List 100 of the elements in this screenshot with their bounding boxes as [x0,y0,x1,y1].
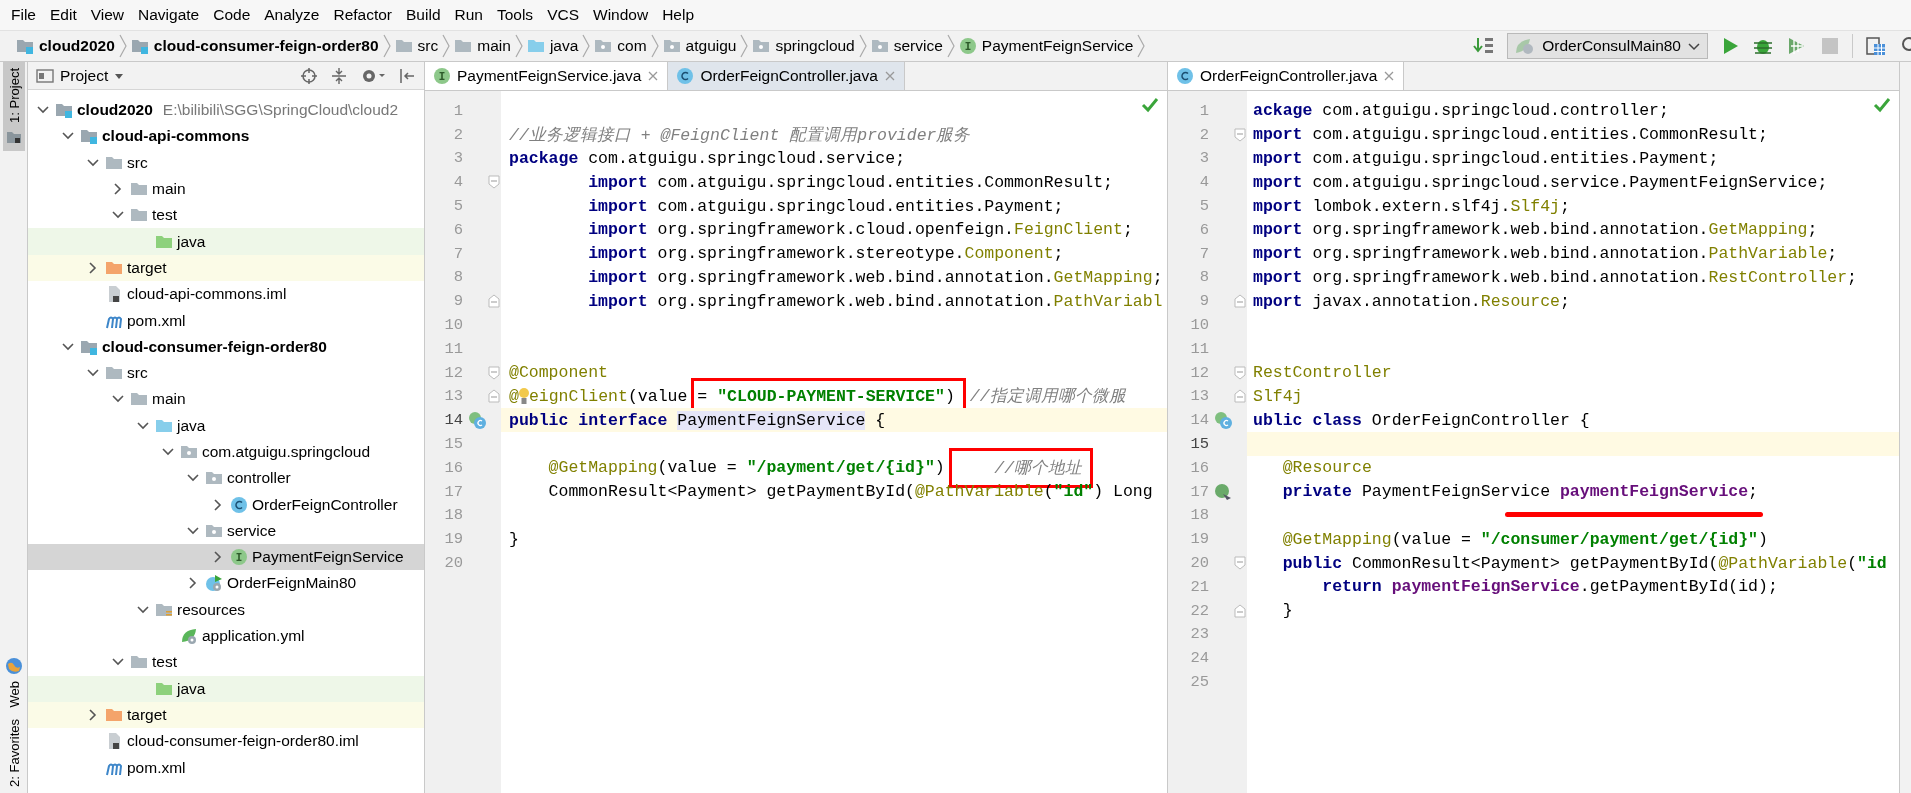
line-number: 9 [1198,292,1210,311]
module-icon [80,127,98,146]
tree-item[interactable]: pom.xml [28,307,424,334]
breadcrumb-item[interactable]: atguigu [662,37,737,55]
line-number: 12 [1189,363,1210,382]
chevron-icon [118,34,127,58]
globe-icon [5,656,23,675]
tree-item[interactable]: service [28,517,424,545]
tree-item-label: src [127,364,148,383]
code-line: Slf4j [1253,386,1303,406]
menu-item[interactable]: View [83,6,132,24]
menu-item[interactable]: Help [655,6,702,24]
breadcrumb-item[interactable]: com [594,37,647,55]
project-path: E:\bilibili\SGG\SpringCloud\cloud2 [162,101,398,120]
line-number: 10 [443,316,464,335]
tree-item[interactable]: src [28,359,424,387]
line-number: 22 [1189,601,1210,620]
tree-item[interactable]: controller [28,465,424,492]
tree-item[interactable]: main [28,175,424,203]
chevron-icon [514,34,523,58]
menu-item[interactable]: Tools [489,6,541,24]
tree-item-label: pom.xml [127,758,186,777]
line-number: 19 [1189,530,1210,549]
tree-item[interactable]: cloud-api-commons.iml [28,281,424,308]
line-number: 23 [1189,625,1210,644]
tree-item-label: cloud-consumer-feign-order80.iml [127,732,359,751]
tree-item-label: java [177,416,206,435]
tree-item[interactable]: OrderFeignController [28,491,424,518]
tree-item[interactable]: com.atguigu.springcloud [28,438,424,466]
breadcrumb-item[interactable]: service [870,37,943,55]
breadcrumb-item[interactable]: cloud-consumer-feign-order80 [130,37,379,55]
line-number: 3 [1198,149,1210,168]
tree-item-label: cloud2020 [77,101,153,120]
close-icon[interactable] [1383,70,1396,82]
run-configuration-dropdown[interactable]: OrderConsulMain80 [1507,33,1708,59]
code-line: @Component [509,363,609,383]
chevron-icon [442,34,451,58]
tool-window-button[interactable]: 1: Project [3,62,25,151]
tree-item[interactable]: java [28,412,424,439]
breadcrumb-item[interactable]: src [394,37,439,55]
menu-item[interactable]: Refactor [326,6,400,24]
tree-item[interactable]: java [28,675,424,702]
menu-item[interactable]: Window [586,6,656,24]
locate-icon[interactable] [300,66,318,85]
editor-tab[interactable]: PaymentFeignService.java [425,62,669,90]
tool-window-button[interactable]: 2: Favorites [3,713,25,793]
menu-item[interactable]: Code [206,6,258,24]
tree-item[interactable]: cloud2020 E:\bilibili\SGG\SpringCloud\cloud2 [28,97,424,124]
breadcrumb-item[interactable]: main [454,37,511,55]
breadcrumb-item[interactable]: PaymentFeignService [958,37,1134,55]
code-line: mport org.springframework.web.bind.annotation.GetMapping; [1253,220,1818,240]
menu-item[interactable]: Edit [43,6,84,24]
line-number: 24 [1189,649,1210,668]
tree-item[interactable]: cloud-consumer-feign-order80.iml [28,728,424,755]
tree-item-label: test [152,206,177,225]
tree-item[interactable]: application.yml [28,622,424,650]
close-icon[interactable] [647,70,660,82]
tool-window-button[interactable]: Web [3,650,25,714]
line-number: 13 [1189,387,1210,406]
tree-item[interactable]: OrderFeignMain80 [28,570,424,597]
breadcrumb-item[interactable]: java [526,37,579,55]
line-number: 5 [1198,197,1210,216]
collapse-icon[interactable] [330,66,348,85]
leaf-icon [180,627,198,646]
line-number: 1 [452,101,464,120]
tree-item[interactable]: cloud-api-commons [28,123,424,150]
menu-item[interactable]: File [4,6,43,24]
editor-tab[interactable]: OrderFeignController.java [1168,62,1405,90]
code-line: RestController [1253,363,1392,383]
tree-item[interactable]: test [28,202,424,229]
lightbulb-icon[interactable] [518,386,529,407]
line-number: 2 [1198,125,1210,144]
tree-item[interactable]: pom.xml [28,754,424,781]
editor-tab[interactable]: OrderFeignController.java [668,62,905,90]
tree-item[interactable]: java [28,228,424,255]
code-line: //业务逻辑接口 + @FeignClient 配置调用provider服务 [509,124,971,146]
tree-item[interactable]: target [28,701,424,729]
tree-item[interactable]: main [28,386,424,413]
menu-item[interactable]: Navigate [131,6,207,24]
menu-item[interactable]: VCS [540,6,586,24]
code-line: //指定调用哪个微服 [969,386,1126,408]
chevron-icon [650,34,659,58]
tree-item[interactable]: PaymentFeignService [28,544,424,571]
menu-item[interactable]: Build [399,6,448,24]
line-number: 18 [1189,506,1210,525]
line-number: 20 [1189,554,1210,573]
breadcrumb-item[interactable]: springcloud [752,37,855,55]
menu-item[interactable]: Analyze [257,6,327,24]
tree-item[interactable]: target [28,254,424,282]
breadcrumb-item[interactable]: cloud2020 [16,37,115,55]
project-view-dropdown[interactable]: Project [36,66,125,85]
tree-item[interactable]: src [28,149,424,176]
injection-icon[interactable] [1213,481,1233,502]
tree-item[interactable]: test [28,649,424,676]
menu-item[interactable]: Run [447,6,490,24]
hide-icon[interactable] [398,66,416,85]
tree-item[interactable]: resources [28,596,424,623]
tree-item[interactable]: cloud-consumer-feign-order80 [28,333,424,360]
project-structure-icon[interactable] [1865,35,1887,57]
line-number: 15 [443,435,464,454]
